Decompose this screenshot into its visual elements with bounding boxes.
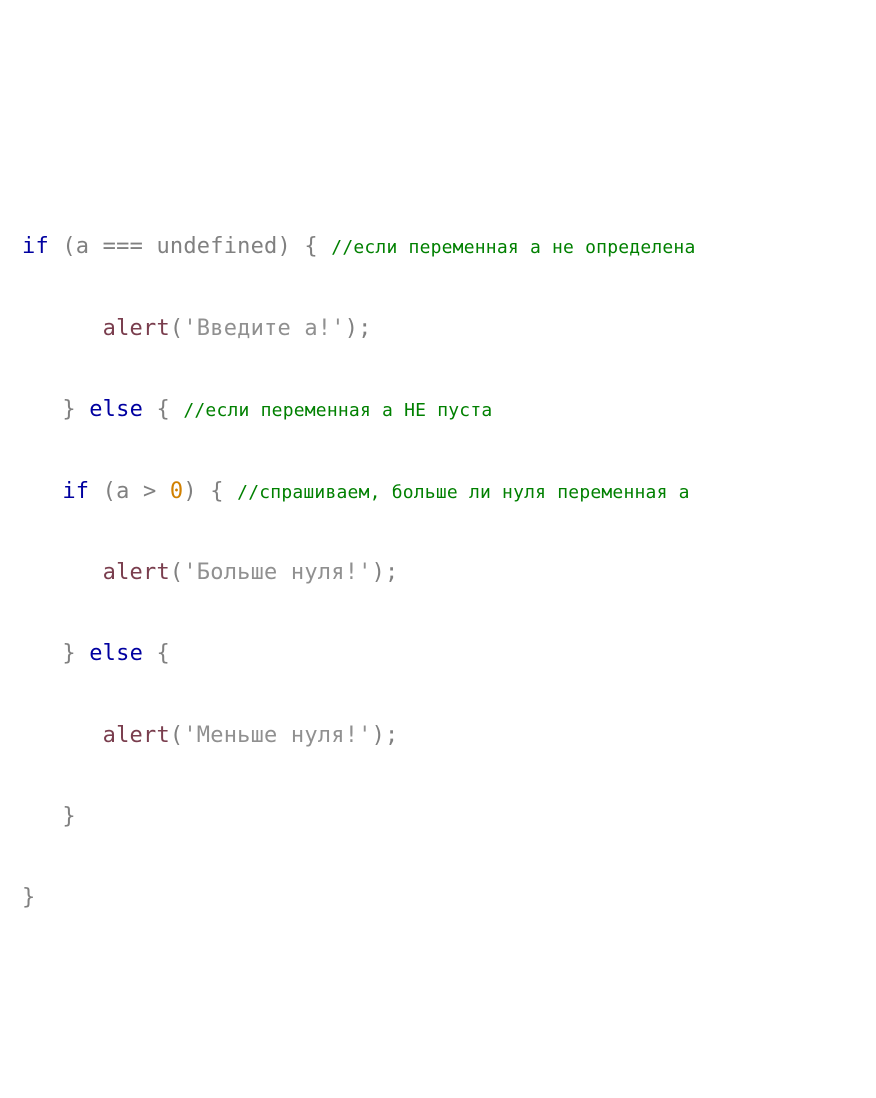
semicolon: ; (385, 560, 398, 585)
semicolon: ; (385, 723, 398, 748)
paren-open: ( (170, 723, 183, 748)
paren-close: ) (183, 479, 196, 504)
indent (22, 641, 62, 666)
code-line-1: if (a === undefined) { //если переменная… (22, 227, 854, 268)
paren-open: ( (89, 479, 116, 504)
paren-close: ) (372, 723, 385, 748)
indent (22, 479, 62, 504)
keyword-if: if (22, 234, 49, 259)
number-zero: 0 (170, 479, 183, 504)
semicolon: ; (358, 316, 371, 341)
keyword-else: else (76, 397, 157, 422)
func-alert: alert (103, 723, 170, 748)
code-line-3: } else { //если переменная a НЕ пуста (22, 390, 854, 431)
keyword-else: else (76, 641, 157, 666)
paren-close: ) (277, 234, 290, 259)
brace-close: } (22, 885, 35, 910)
code-line-6: } else { (22, 634, 854, 675)
brace-open: { (197, 479, 237, 504)
code-line-8: } (22, 797, 854, 838)
paren-open: ( (170, 560, 183, 585)
operator-eq: === (89, 234, 156, 259)
indent (22, 804, 62, 829)
brace-open: { (156, 641, 169, 666)
brace-open: { (291, 234, 331, 259)
func-alert: alert (103, 316, 170, 341)
string-literal: 'Больше нуля!' (183, 560, 371, 585)
code-block: if (a === undefined) { //если переменная… (22, 187, 854, 960)
identifier-a: a (76, 234, 89, 259)
comment-3: //спрашиваем, больше ли нуля переменная … (237, 482, 690, 503)
operator-gt: > (130, 479, 170, 504)
string-literal: 'Меньше нуля!' (183, 723, 371, 748)
code-line-9: } (22, 878, 854, 919)
string-literal: 'Введите a!' (183, 316, 344, 341)
code-line-4: if (a > 0) { //спрашиваем, больше ли нул… (22, 472, 854, 513)
indent (22, 723, 103, 748)
indent (22, 397, 62, 422)
paren-close: ) (345, 316, 358, 341)
brace-close: } (62, 397, 75, 422)
code-line-7: alert('Меньше нуля!'); (22, 716, 854, 757)
keyword-if: if (62, 479, 89, 504)
identifier-undefined: undefined (156, 234, 277, 259)
indent (22, 316, 103, 341)
paren-close: ) (372, 560, 385, 585)
paren-open: ( (170, 316, 183, 341)
code-line-2: alert('Введите a!'); (22, 309, 854, 350)
code-line-5: alert('Больше нуля!'); (22, 553, 854, 594)
brace-open: { (156, 397, 183, 422)
brace-close: } (62, 641, 75, 666)
comment-2: //если переменная a НЕ пуста (183, 400, 492, 421)
indent (22, 560, 103, 585)
comment-1: //если переменная a не определена (331, 237, 695, 258)
brace-close: } (62, 804, 75, 829)
identifier-a: a (116, 479, 129, 504)
func-alert: alert (103, 560, 170, 585)
paren-open: ( (49, 234, 76, 259)
